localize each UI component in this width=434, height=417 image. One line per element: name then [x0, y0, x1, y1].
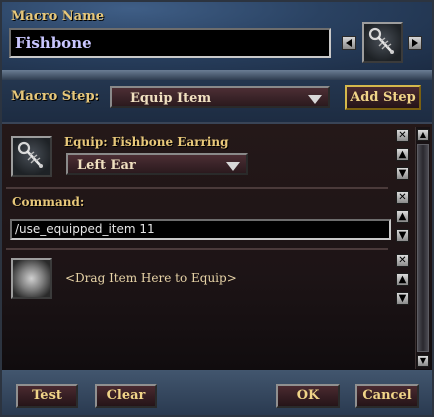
- macro-step-dropdown[interactable]: Equip Item: [110, 86, 330, 108]
- move-step-up-button[interactable]: ▲: [396, 273, 409, 286]
- close-icon: ✕: [398, 254, 407, 266]
- remove-step-button[interactable]: ✕: [396, 129, 409, 142]
- arrow-left-icon: [346, 39, 352, 47]
- macro-name-label: Macro Name: [11, 9, 105, 24]
- move-step-down-button[interactable]: ▼: [396, 292, 409, 305]
- macro-icon-slot[interactable]: [362, 22, 403, 63]
- prev-icon-button[interactable]: [342, 36, 356, 50]
- command-input[interactable]: /use_equipped_item 11: [10, 219, 391, 240]
- next-icon-button[interactable]: [408, 36, 422, 50]
- remove-step-button[interactable]: ✕: [396, 254, 409, 267]
- remove-step-button[interactable]: ✕: [396, 191, 409, 204]
- arrow-up-icon: ▲: [419, 130, 427, 139]
- equip-slot-dropdown[interactable]: Left Ear: [66, 153, 248, 175]
- test-button[interactable]: Test: [16, 384, 78, 408]
- header-divider: [2, 70, 432, 80]
- macro-step-selected: Equip Item: [130, 91, 212, 106]
- close-icon: ✕: [398, 129, 407, 141]
- cancel-button[interactable]: Cancel: [355, 384, 419, 408]
- move-step-down-button[interactable]: ▼: [396, 229, 409, 242]
- ok-button[interactable]: OK: [276, 384, 340, 408]
- clear-button[interactable]: Clear: [95, 384, 157, 408]
- equip-item-slot[interactable]: [11, 136, 52, 177]
- scroll-up-button[interactable]: ▲: [417, 129, 429, 141]
- scroll-down-button[interactable]: ▼: [417, 355, 429, 367]
- arrow-down-icon: ▼: [398, 292, 407, 304]
- step-divider: [6, 187, 388, 189]
- chevron-down-icon: [308, 95, 322, 104]
- command-label: Command:: [12, 195, 85, 209]
- macro-name-input[interactable]: Fishbone: [9, 28, 331, 58]
- arrow-down-icon: ▼: [398, 167, 407, 179]
- step-divider: [6, 248, 388, 250]
- equip-slot-selected: Left Ear: [77, 158, 136, 173]
- drag-item-slot[interactable]: [11, 258, 52, 299]
- add-step-button[interactable]: Add Step: [345, 85, 421, 110]
- macro-step-label: Macro Step:: [11, 89, 100, 104]
- arrow-right-icon: [412, 39, 418, 47]
- drag-item-hint: <Drag Item Here to Equip>: [65, 271, 237, 285]
- arrow-down-icon: ▼: [419, 356, 427, 365]
- fishbone-earring-icon: [368, 27, 394, 54]
- move-step-up-button[interactable]: ▲: [396, 148, 409, 161]
- arrow-up-icon: ▲: [398, 148, 407, 160]
- equip-step-title: Equip: Fishbone Earring: [64, 135, 229, 149]
- move-step-down-button[interactable]: ▼: [396, 167, 409, 180]
- chevron-down-icon: [226, 162, 240, 171]
- arrow-down-icon: ▼: [398, 229, 407, 241]
- move-step-up-button[interactable]: ▲: [396, 210, 409, 223]
- fishbone-earring-icon: [17, 141, 43, 168]
- arrow-up-icon: ▲: [398, 273, 407, 285]
- arrow-up-icon: ▲: [398, 210, 407, 222]
- scrollbar-thumb[interactable]: [417, 144, 429, 352]
- close-icon: ✕: [398, 191, 407, 203]
